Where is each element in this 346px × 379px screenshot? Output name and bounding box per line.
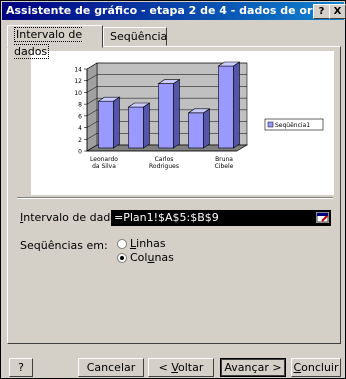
chart-wizard-dialog: Assistente de gráfico - etapa 2 de 4 - d… (0, 0, 346, 379)
bar-side (233, 61, 240, 149)
bar (218, 65, 234, 149)
chart-preview: 0 2 4 6 8 10 12 14 Leonardo da Silva Carlos Rodrigu… (31, 51, 334, 195)
tab-label: Seqüência (110, 30, 168, 43)
bar-side (203, 108, 210, 149)
x-tick-label: Rodrigues (149, 163, 179, 170)
columns-label[interactable]: Colunas (130, 251, 174, 264)
bar-side (143, 102, 150, 149)
rows-label[interactable]: Linhas (130, 237, 166, 250)
y-tick-label: 6 (78, 113, 82, 120)
x-tick-label: Leonardo (90, 156, 118, 163)
x-tick-label: Carlos (155, 156, 174, 163)
y-tick-label: 14 (74, 67, 82, 74)
legend-label: Seqüência1 (275, 122, 310, 129)
bar (128, 106, 144, 149)
next-button[interactable]: Avançar > (220, 358, 286, 377)
tab-intervalo-de-dados[interactable]: Intervalo de dados (7, 25, 103, 59)
y-tick-label: 0 (78, 149, 82, 156)
columns-radio[interactable] (117, 253, 127, 263)
range-input[interactable]: =Plan1!$A$5:$B$9 (111, 210, 331, 226)
cancel-button[interactable]: Cancelar (78, 358, 144, 377)
bar (188, 112, 204, 149)
x-tick-label: Bruna (215, 156, 233, 163)
help-title-button[interactable]: ? (313, 4, 330, 19)
y-tick-label: 4 (78, 125, 82, 132)
y-tick-label: 8 (78, 102, 82, 109)
window-title: Assistente de gráfico - etapa 2 de 4 - d… (6, 4, 344, 17)
collapse-dialog-icon[interactable] (316, 212, 329, 223)
bar-side (173, 79, 180, 149)
chart-svg: 0 2 4 6 8 10 12 14 Leonardoda Silva CarlosRodrigu… (74, 61, 324, 170)
y-tick-label: 12 (74, 78, 82, 85)
y-tick-label: 2 (78, 137, 82, 144)
finish-button[interactable]: Concluir (291, 358, 341, 377)
legend-swatch (267, 121, 274, 128)
bar-side (113, 96, 120, 149)
bar (98, 100, 114, 149)
separator (17, 197, 333, 199)
help-icon: ? (318, 6, 325, 17)
series-in-label: Seqüências em: (20, 239, 108, 252)
help-button[interactable]: ? (9, 358, 33, 377)
chart-side-wall (86, 62, 98, 152)
rows-radio[interactable] (117, 239, 127, 249)
x-tick-label: Cibele (215, 163, 234, 170)
back-button[interactable]: < Voltar (148, 358, 214, 377)
close-button[interactable]: X (329, 4, 346, 19)
y-tick-label: 10 (74, 90, 82, 97)
x-tick-label: da Silva (92, 163, 116, 170)
bar (158, 83, 174, 149)
help-icon: ? (18, 361, 24, 374)
range-value: =Plan1!$A$5:$B$9 (114, 211, 219, 224)
close-icon: X (333, 6, 342, 17)
title-bar[interactable]: Assistente de gráfico - etapa 2 de 4 - d… (2, 2, 344, 20)
tab-sequencia[interactable]: Seqüência (103, 27, 167, 46)
